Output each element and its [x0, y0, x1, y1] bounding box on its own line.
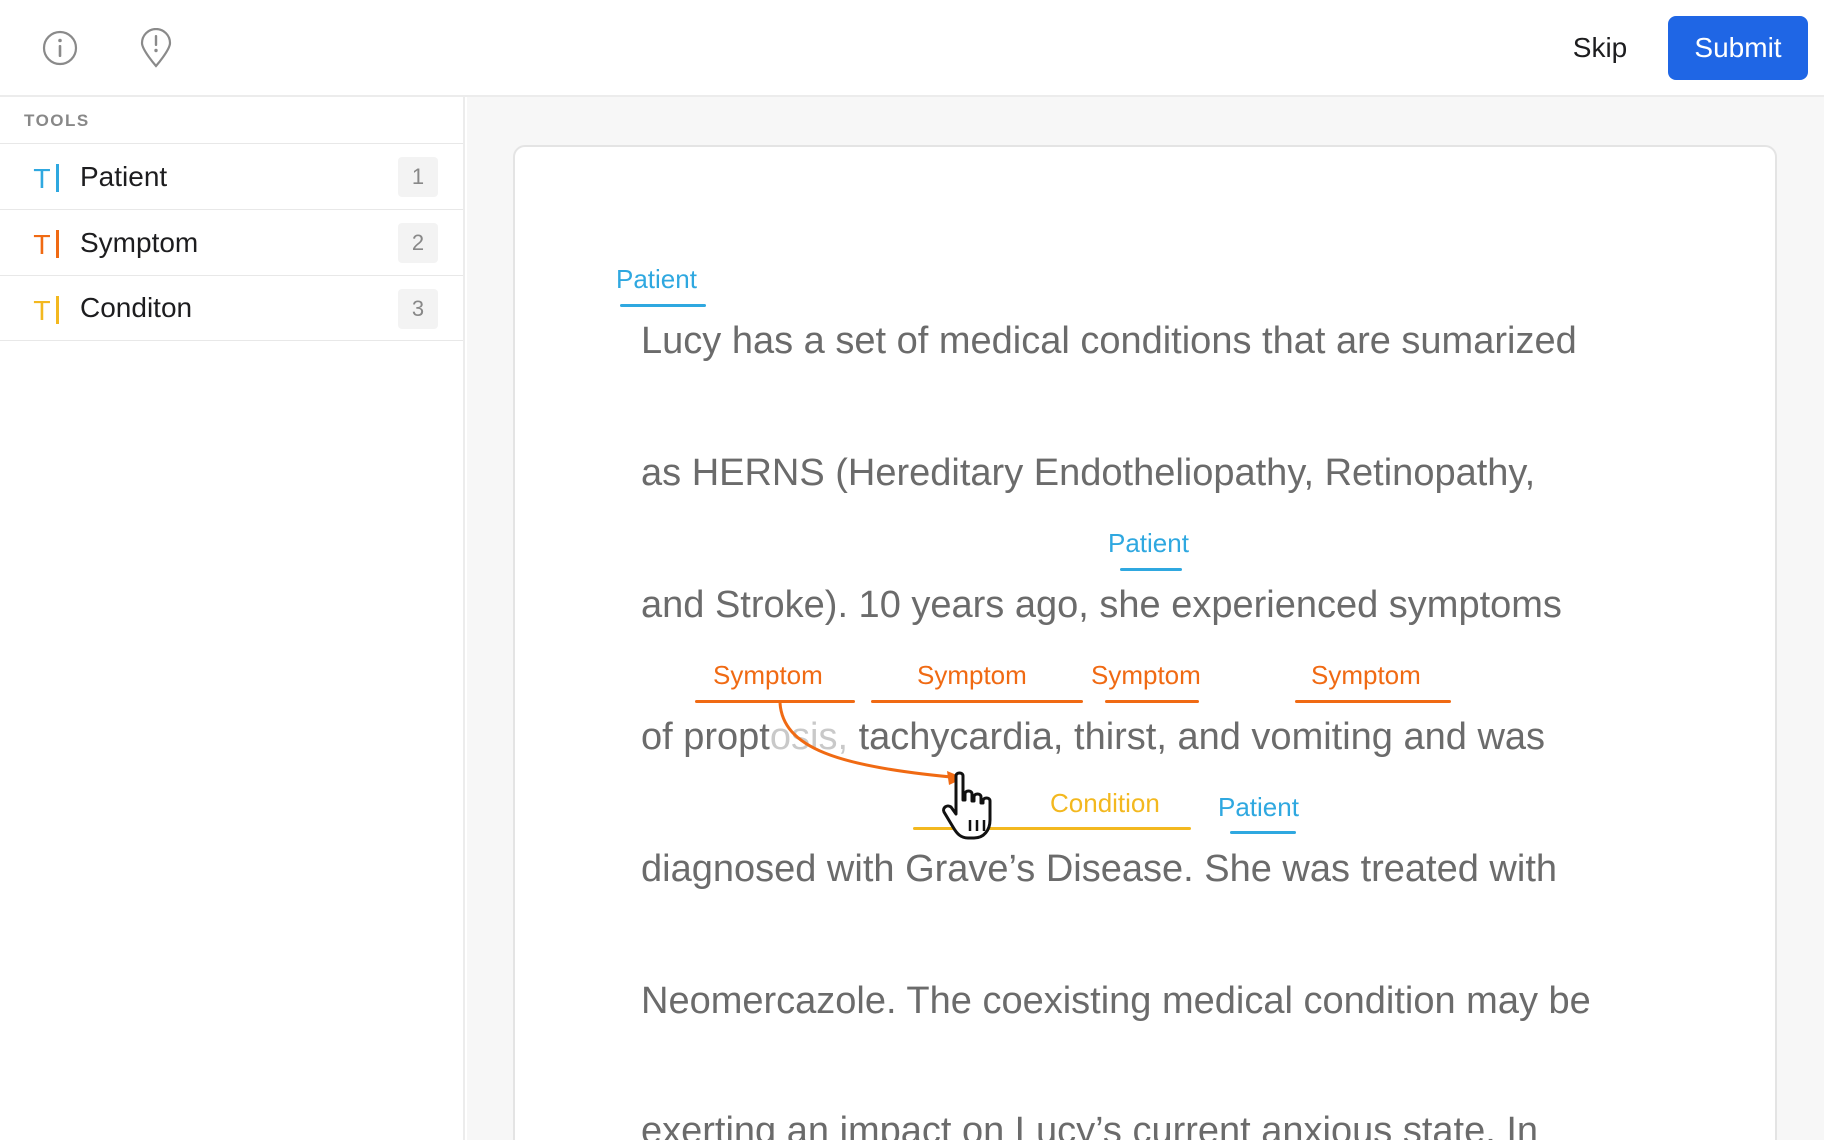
- document-text-line: Neomercazole. The coexisting medical con…: [641, 980, 1591, 1022]
- hotkey-badge: 1: [398, 157, 438, 197]
- submit-button[interactable]: Submit: [1668, 16, 1808, 80]
- annotation-document[interactable]: Patient Lucy has a set of medical condit…: [515, 147, 1775, 1140]
- hand-pointer-icon: [940, 770, 1004, 847]
- document-text-line: diagnosed with Grave’s Disease. She was …: [641, 848, 1558, 890]
- tools-sidebar: TOOLS T Patient 1 T Symptom 2 T Conditon…: [0, 97, 465, 1140]
- tool-label: Patient: [80, 160, 168, 192]
- tool-label: Conditon: [80, 292, 193, 323]
- tool-label: Symptom: [80, 226, 199, 258]
- skip-button[interactable]: Skip: [1552, 20, 1648, 76]
- map-pin-alert-icon[interactable]: [136, 28, 176, 68]
- document-text-line: exerting an impact on Lucy’s current anx…: [641, 1110, 1539, 1140]
- top-toolbar: Skip Submit: [0, 0, 1824, 97]
- info-circle-icon[interactable]: [40, 28, 80, 68]
- tool-item-patient[interactable]: T Patient 1: [0, 143, 463, 209]
- text-tool-icon: T: [34, 164, 59, 195]
- text-tool-icon: T: [34, 230, 59, 261]
- hotkey-badge: 3: [398, 289, 438, 329]
- document-card: Patient Lucy has a set of medical condit…: [513, 145, 1777, 1140]
- main-workspace: Patient Lucy has a set of medical condit…: [467, 97, 1824, 1140]
- hotkey-badge: 2: [398, 223, 438, 263]
- tool-item-condition[interactable]: T Conditon 3: [0, 275, 463, 341]
- annotation-underline-patient: [1230, 831, 1296, 834]
- tool-item-symptom[interactable]: T Symptom 2: [0, 209, 463, 275]
- tools-section-label: TOOLS: [24, 111, 90, 130]
- annotation-label-condition[interactable]: Condition: [1050, 788, 1160, 819]
- text-tool-icon: T: [34, 296, 59, 327]
- annotation-label-patient[interactable]: Patient: [1218, 792, 1299, 823]
